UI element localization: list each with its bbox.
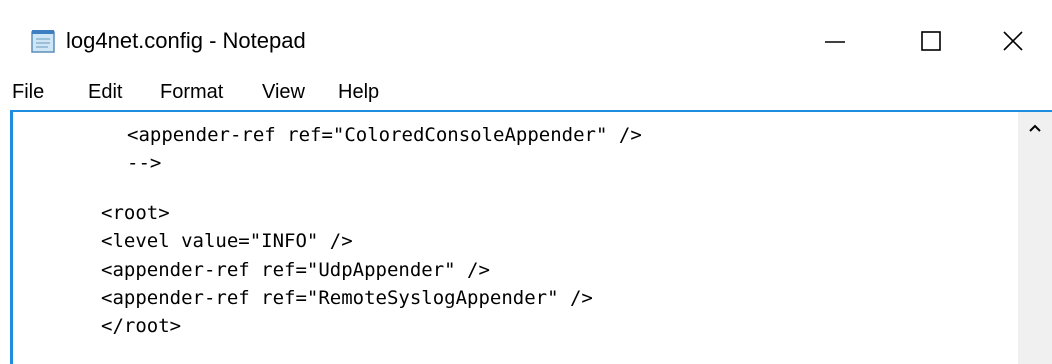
close-button[interactable] (978, 18, 1048, 64)
menu-bar: File Edit Format View Help (0, 76, 1052, 110)
text-line: <level value="INFO" /> (101, 230, 353, 252)
minimize-button[interactable] (800, 18, 870, 64)
text-editor-area[interactable]: <appender-ref ref="ColoredConsoleAppende… (13, 112, 1021, 364)
scroll-up-button[interactable] (1018, 112, 1052, 146)
scroll-up-arrow-icon (1028, 120, 1042, 138)
text-line: <root> (101, 202, 170, 224)
vertical-scrollbar[interactable] (1018, 112, 1052, 364)
title-bar[interactable]: log4net.config - Notepad (0, 0, 1052, 76)
text-line: --> (127, 152, 162, 174)
text-line: </root> (101, 315, 182, 337)
close-icon (1001, 29, 1025, 53)
editor-frame: <appender-ref ref="ColoredConsoleAppende… (10, 110, 1052, 364)
maximize-button[interactable] (896, 18, 966, 64)
text-line: <appender-ref ref="RemoteSyslogAppender"… (101, 287, 593, 309)
text-line: <appender-ref ref="UdpAppender" /> (101, 259, 490, 281)
menu-edit[interactable]: Edit (84, 78, 126, 106)
text-line: <appender-ref ref="ColoredConsoleAppende… (127, 124, 642, 146)
menu-view[interactable]: View (258, 78, 309, 106)
menu-format[interactable]: Format (156, 78, 227, 106)
menu-help[interactable]: Help (334, 78, 383, 106)
notepad-icon (30, 28, 58, 54)
maximize-icon (919, 29, 943, 53)
menu-file[interactable]: File (8, 78, 48, 106)
window-title: log4net.config - Notepad (66, 28, 306, 53)
minimize-icon (823, 29, 847, 53)
notepad-window: log4net.config - Notepad File Edit Forma… (0, 0, 1052, 364)
